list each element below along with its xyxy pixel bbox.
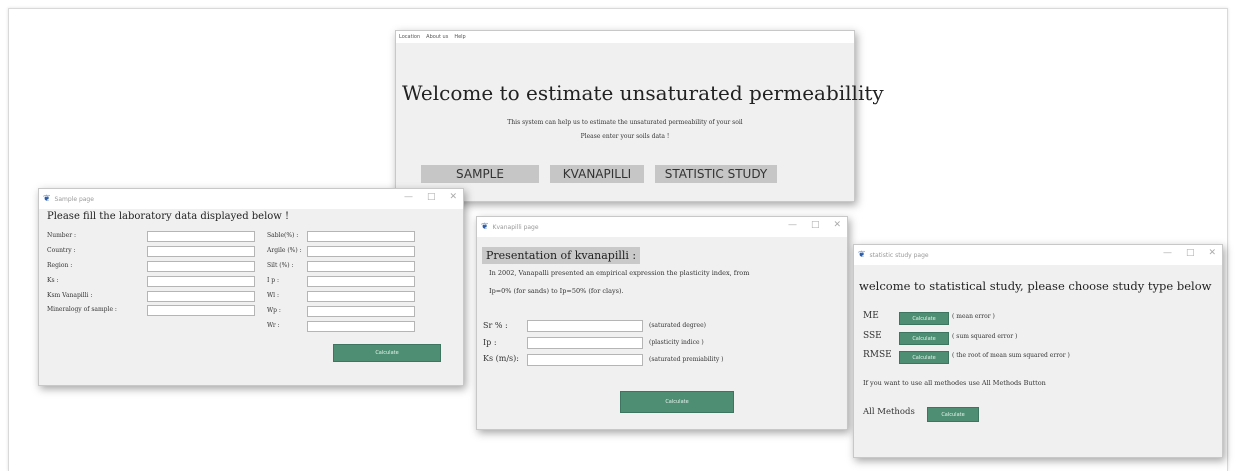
label-silt: Silt (%) : [267, 262, 294, 269]
hint-ip: (plasticity indice ) [649, 339, 704, 346]
sample-button[interactable]: SAMPLE [421, 165, 539, 183]
region-input[interactable] [147, 261, 255, 272]
label-sable: Sable(%) : [267, 232, 299, 239]
menu-help[interactable]: Help [454, 34, 465, 40]
welcome-line-2: Please enter your soils data ! [580, 133, 670, 140]
label-argile: Argile (%) : [267, 247, 302, 254]
hint-ks: (saturated premiability ) [649, 356, 724, 363]
sample-calculate-button[interactable]: Calculate [333, 344, 441, 362]
close-icon[interactable]: ✕ [1208, 248, 1216, 258]
feather-icon: ❦ [481, 222, 489, 232]
label-ip: I p : [267, 277, 280, 284]
sse-calculate-button[interactable]: Calculate [899, 332, 949, 345]
label-sr: Sr % : [483, 321, 508, 330]
kvanapilli-window: ❦ Kvanapilli page — □ ✕ Presentation of kv… [476, 216, 848, 430]
sr-input[interactable] [527, 320, 643, 332]
kvanapilli-button[interactable]: KVANAPILLI [550, 165, 644, 183]
sample-titlebar: ❦ Sample page — □ ✕ [39, 189, 463, 209]
sample-window: ❦ Sample page — □ ✕ Please fill the labora… [38, 188, 464, 386]
kvanapilli-window-title: Kvanapilli page [492, 223, 539, 231]
wl-input[interactable] [307, 291, 415, 302]
close-icon[interactable]: ✕ [449, 192, 457, 202]
statistic-window-title: statistic study page [869, 251, 929, 259]
maximize-icon[interactable]: □ [811, 220, 820, 230]
label-ksm-vanapilli: Ksm Vanapilli : [47, 292, 93, 299]
label-ks: Ks (m/s): [483, 354, 519, 363]
sample-heading: Please fill the laboratory data displaye… [47, 211, 290, 222]
statistic-study-button[interactable]: STATISTIC STUDY [655, 165, 777, 183]
label-region: Region : [47, 262, 73, 269]
wp-input[interactable] [307, 306, 415, 317]
menu-bar: Location About us Help [396, 31, 854, 43]
welcome-line-1: This system can help us to estimate the … [507, 119, 743, 126]
all-methods-note: If you want to use all methodes use All … [863, 379, 1046, 387]
label-ip: Ip : [483, 338, 497, 347]
menu-about-us[interactable]: About us [426, 34, 448, 40]
label-me: ME [863, 311, 879, 321]
feather-icon: ❦ [43, 194, 51, 204]
kvanapilli-calculate-button[interactable]: Calculate [620, 391, 734, 413]
maximize-icon[interactable]: □ [1186, 248, 1195, 258]
ip-input[interactable] [307, 276, 415, 287]
label-country: Country : [47, 247, 76, 254]
feather-icon: ❦ [858, 250, 866, 260]
kvanapilli-titlebar: ❦ Kvanapilli page — □ ✕ [477, 217, 847, 237]
country-input[interactable] [147, 246, 255, 257]
ks-input[interactable] [147, 276, 255, 287]
wr-input[interactable] [307, 321, 415, 332]
label-rmse: RMSE [863, 350, 892, 360]
label-wl: Wl : [267, 292, 280, 299]
statistic-window: ❦ statistic study page — □ ✕ welcome to st… [853, 244, 1223, 458]
menu-location[interactable]: Location [399, 34, 420, 40]
sable-input[interactable] [307, 231, 415, 242]
label-mineralogy: Mineralogy of sample : [47, 306, 117, 313]
silt-input[interactable] [307, 261, 415, 272]
label-all-methods: All Methods [863, 407, 915, 417]
me-calculate-button[interactable]: Calculate [899, 312, 949, 325]
desc-rmse: ( the root of mean sum squared error ) [952, 352, 1070, 359]
label-number: Number : [47, 232, 76, 239]
statistic-titlebar: ❦ statistic study page — □ ✕ [854, 245, 1222, 265]
ks-input[interactable] [527, 354, 643, 366]
welcome-window: Location About us Help Welcome to estima… [395, 30, 884, 202]
all-methods-calculate-button[interactable]: Calculate [927, 407, 979, 422]
kvanapilli-text-1: In 2002, Vanapalli presented an empirica… [489, 269, 750, 277]
statistic-heading: welcome to statistical study, please cho… [859, 279, 1212, 293]
sample-window-title: Sample page [54, 195, 94, 203]
ip-input[interactable] [527, 337, 643, 349]
maximize-icon[interactable]: □ [427, 192, 436, 202]
label-sse: SSE [863, 331, 882, 341]
desc-me: ( mean error ) [952, 313, 995, 320]
argile-input[interactable] [307, 246, 415, 257]
minimize-icon[interactable]: — [404, 192, 413, 202]
label-wr: Wr : [267, 322, 280, 329]
mineralogy-input[interactable] [147, 305, 255, 316]
kvanapilli-text-2: Ip=0% (for sands) to Ip=50% (for clays). [489, 287, 624, 295]
welcome-title: Welcome to estimate unsaturated permeabi… [402, 81, 884, 105]
label-wp: Wp : [267, 307, 281, 314]
desc-sse: ( sum squared error ) [952, 333, 1018, 340]
minimize-icon[interactable]: — [1163, 248, 1172, 258]
label-ks: Ks : [47, 277, 59, 284]
minimize-icon[interactable]: — [788, 220, 797, 230]
kvanapilli-heading: Presentation of kvanapilli : [482, 247, 641, 264]
hint-sr: (saturated degree) [649, 322, 706, 329]
close-icon[interactable]: ✕ [833, 220, 841, 230]
ksm-vanapilli-input[interactable] [147, 291, 255, 302]
rmse-calculate-button[interactable]: Calculate [899, 351, 949, 364]
number-input[interactable] [147, 231, 255, 242]
